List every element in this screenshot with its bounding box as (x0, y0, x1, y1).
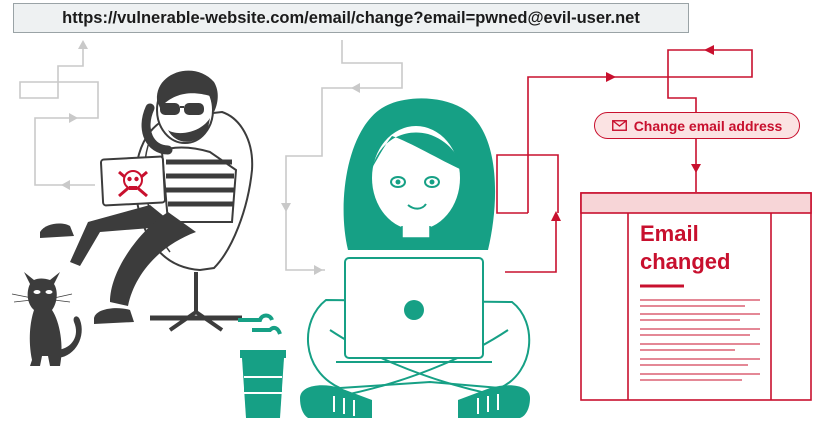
coffee-cup-figure (238, 313, 286, 418)
change-email-request-label: Change email address (594, 112, 800, 139)
victim-figure (300, 98, 531, 418)
envelope-icon (611, 120, 627, 131)
arrow-down-icon (691, 164, 701, 173)
arrow-left-icon (61, 180, 70, 190)
arrow-left-icon (704, 45, 714, 55)
arrow-right-icon (606, 72, 616, 82)
cat-figure (11, 272, 82, 366)
heading-line-2: changed (640, 249, 731, 274)
arrow-up-icon (551, 211, 561, 221)
arrow-up-icon (78, 40, 88, 49)
csrf-diagram: https://vulnerable-website.com/email/cha… (0, 0, 822, 448)
heading-line-1: Email (640, 221, 699, 246)
arrow-right-icon (69, 113, 78, 123)
arrow-left-icon (351, 83, 360, 93)
arrow-right-icon (314, 265, 323, 275)
address-bar[interactable]: https://vulnerable-website.com/email/cha… (13, 3, 689, 33)
email-changed-heading: Email changed (640, 220, 770, 276)
change-email-label-text: Change email address (633, 117, 783, 134)
attacker-figure (40, 70, 254, 332)
arrow-down-icon (281, 203, 291, 212)
